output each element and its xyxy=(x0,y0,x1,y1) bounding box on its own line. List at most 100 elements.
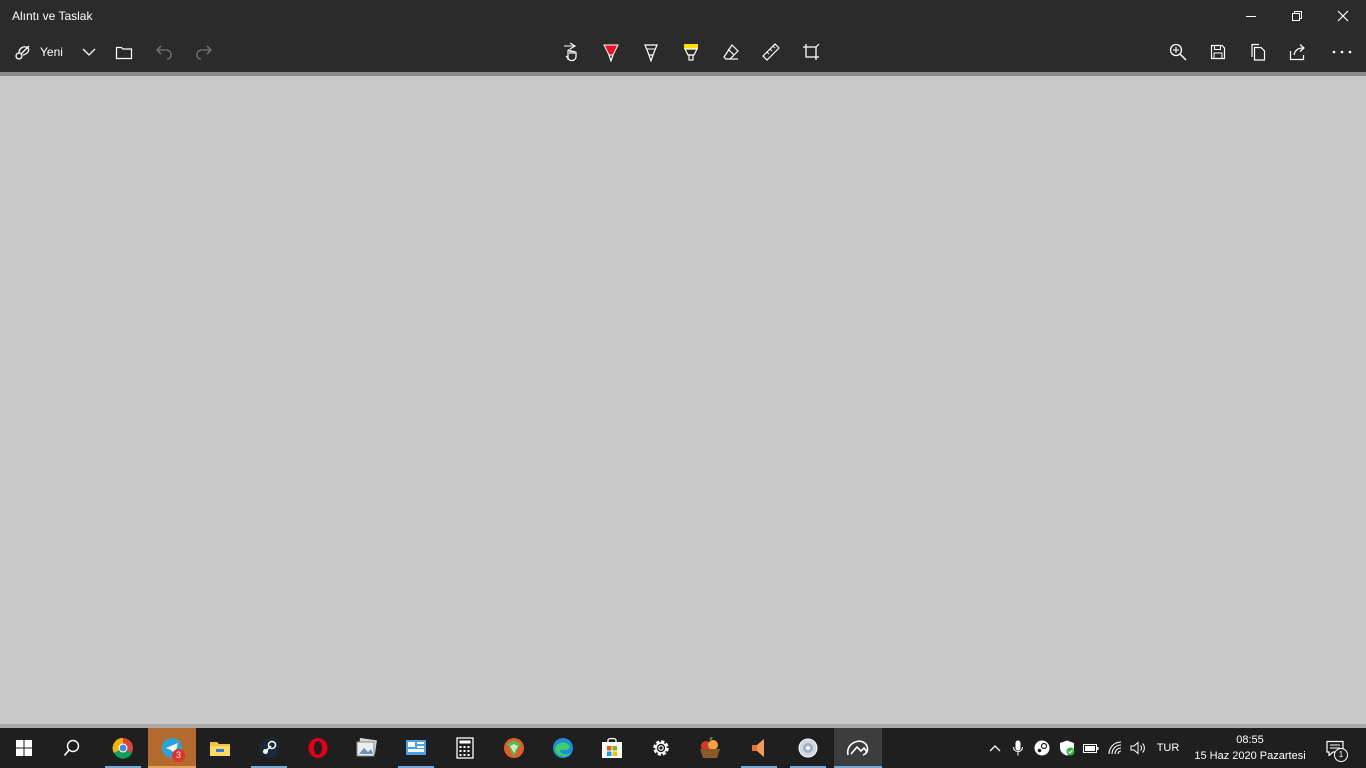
language-indicator: TUR xyxy=(1156,742,1180,754)
undo-icon xyxy=(156,45,172,60)
ballpoint-pen-button[interactable] xyxy=(597,32,625,72)
taskbar: 3 TUR 08:55 15 Haz 2020 Pazartesi xyxy=(0,728,1366,768)
taskbar-telegram[interactable]: 3 xyxy=(148,728,196,768)
undo-button[interactable] xyxy=(150,32,178,72)
save-icon xyxy=(1210,44,1226,60)
tray-steam[interactable] xyxy=(1031,728,1053,768)
taskbar-microsoft-store[interactable] xyxy=(588,728,636,768)
window-title: Alıntı ve Taslak xyxy=(12,9,93,23)
redo-icon xyxy=(196,45,212,60)
search-icon xyxy=(63,739,80,757)
disc-icon xyxy=(798,738,818,758)
restore-icon xyxy=(1292,11,1302,21)
toolbar: Yeni xyxy=(0,32,1366,104)
pencil-icon xyxy=(644,44,658,62)
gear-icon xyxy=(653,740,669,756)
green-shield-icon xyxy=(504,738,524,758)
chrome-icon xyxy=(112,737,133,759)
clock-date: 15 Haz 2020 Pazartesi xyxy=(1194,750,1306,762)
chevron-down-icon xyxy=(82,48,96,56)
ruler-button[interactable] xyxy=(757,32,785,72)
taskbar-steam[interactable] xyxy=(245,728,293,768)
calculator-icon xyxy=(456,737,474,759)
folder-icon xyxy=(115,46,133,60)
zoom-button[interactable] xyxy=(1164,32,1192,72)
tray-network[interactable] xyxy=(1105,728,1127,768)
share-icon xyxy=(1289,44,1305,61)
taskbar-photos-viewer[interactable] xyxy=(343,728,391,768)
steam-icon xyxy=(259,738,279,758)
taskbar-snip-app[interactable] xyxy=(784,728,832,768)
taskbar-opera[interactable] xyxy=(294,728,342,768)
battery-icon xyxy=(1083,744,1099,753)
speaker-icon xyxy=(752,739,764,757)
taskbar-snip-sketch[interactable] xyxy=(834,728,882,768)
crop-button[interactable] xyxy=(797,32,825,72)
crop-icon xyxy=(803,43,820,60)
new-snip-button[interactable]: Yeni xyxy=(8,32,80,72)
save-button[interactable] xyxy=(1204,32,1232,72)
opera-icon xyxy=(308,738,328,758)
volume-icon xyxy=(1130,741,1145,755)
image-viewer-icon xyxy=(356,738,377,757)
close-button[interactable] xyxy=(1320,0,1366,32)
control-panel-icon xyxy=(406,740,426,755)
taskbar-chrome[interactable] xyxy=(99,728,147,768)
restore-button[interactable] xyxy=(1274,0,1320,32)
copy-icon xyxy=(1251,43,1266,61)
taskbar-fruit-app[interactable] xyxy=(686,728,734,768)
wifi-icon xyxy=(1108,741,1122,755)
copy-button[interactable] xyxy=(1244,32,1272,72)
tray-microphone[interactable] xyxy=(1008,728,1028,768)
tray-language[interactable]: TUR xyxy=(1152,728,1184,768)
ruler-icon xyxy=(762,43,780,61)
clock-time: 08:55 xyxy=(1236,734,1264,746)
eraser-button[interactable] xyxy=(717,32,745,72)
minimize-button[interactable] xyxy=(1228,0,1274,32)
taskbar-calculator[interactable] xyxy=(441,728,489,768)
security-shield-icon xyxy=(1060,740,1075,756)
new-label: Yeni xyxy=(40,45,63,59)
zoom-in-icon xyxy=(1169,43,1187,61)
start-button[interactable] xyxy=(0,728,48,768)
tray-clock[interactable]: 08:55 15 Haz 2020 Pazartesi xyxy=(1188,732,1312,764)
store-bag-icon xyxy=(602,737,622,758)
edge-icon xyxy=(553,738,573,758)
show-hidden-icons-button[interactable] xyxy=(984,728,1006,768)
title-bar: Alıntı ve Taslak xyxy=(0,0,1366,32)
tray-volume[interactable] xyxy=(1128,728,1150,768)
touch-writing-button[interactable] xyxy=(557,32,585,72)
more-options-button[interactable] xyxy=(1326,32,1358,72)
more-icon xyxy=(1332,50,1352,54)
taskbar-edge[interactable] xyxy=(539,728,587,768)
ballpoint-pen-icon xyxy=(603,44,619,62)
file-explorer-icon xyxy=(210,742,230,756)
close-icon xyxy=(1337,10,1349,22)
telegram-unread-badge: 3 xyxy=(172,749,185,762)
new-dropdown-button[interactable] xyxy=(78,32,100,72)
search-button[interactable] xyxy=(48,728,96,768)
tray-battery[interactable] xyxy=(1080,728,1102,768)
microphone-icon xyxy=(1013,740,1023,756)
touch-writing-icon xyxy=(564,42,577,62)
highlighter-button[interactable] xyxy=(677,32,705,72)
share-button[interactable] xyxy=(1284,32,1312,72)
notification-count-badge: 1 xyxy=(1334,748,1348,762)
highlighter-icon xyxy=(684,44,698,61)
drawing-canvas[interactable] xyxy=(0,76,1366,724)
redo-button[interactable] xyxy=(190,32,218,72)
pencil-button[interactable] xyxy=(637,32,665,72)
eraser-icon xyxy=(723,44,739,60)
taskbar-control-panel[interactable] xyxy=(392,728,440,768)
chevron-up-icon xyxy=(989,745,1001,752)
fruit-basket-icon xyxy=(700,737,720,758)
taskbar-shield-app[interactable] xyxy=(490,728,538,768)
action-center-button[interactable] xyxy=(1318,728,1352,768)
taskbar-audio-app[interactable] xyxy=(735,728,783,768)
tray-security[interactable] xyxy=(1056,728,1078,768)
open-file-button[interactable] xyxy=(110,32,138,72)
snip-sketch-icon xyxy=(846,740,869,756)
taskbar-file-explorer[interactable] xyxy=(196,728,244,768)
taskbar-settings[interactable] xyxy=(637,728,685,768)
snip-icon xyxy=(15,45,30,60)
